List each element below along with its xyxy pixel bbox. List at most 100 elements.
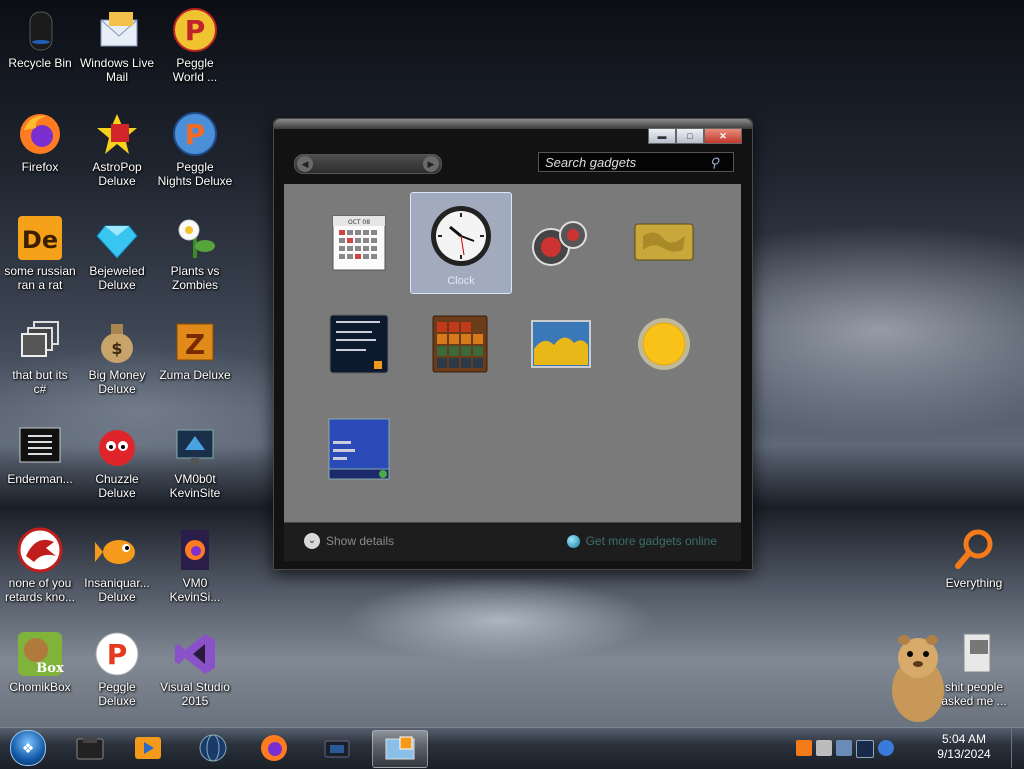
device-tray-icon[interactable] <box>836 740 852 756</box>
weather-gadget[interactable] <box>614 294 714 394</box>
mail-icon <box>93 6 141 54</box>
desktop-icon-vm0b0t[interactable]: VM0b0t KevinSite <box>155 422 235 500</box>
desktop-icon-label: Bejeweled Deluxe <box>89 264 145 292</box>
desktop-icon-big-money[interactable]: $ Big Money Deluxe <box>77 318 157 396</box>
desktop-icon-label: Zuma Deluxe <box>159 368 231 382</box>
desktop-icon-chomikbox[interactable]: Box ChomikBox <box>0 630 80 694</box>
plant-icon <box>171 214 219 262</box>
search-icon[interactable]: ⚲ <box>709 155 719 171</box>
desktop-icon-label: Everything <box>945 576 1003 590</box>
desktop-icon-label: AstroPop Deluxe <box>92 160 142 188</box>
taskbar-vm-console[interactable] <box>311 730 363 766</box>
desktop-icon-astropop[interactable]: AstroPop Deluxe <box>77 110 157 188</box>
desktop-icon-windows-live-mail[interactable]: Windows Live Mail <box>77 6 157 84</box>
slide-show-gadget[interactable] <box>511 294 611 394</box>
feed-headlines-gadget[interactable] <box>309 294 409 394</box>
hamster-desktop-pet[interactable] <box>886 628 950 724</box>
search-gadgets-input[interactable]: Search gadgets ⚲ <box>538 152 734 172</box>
media-center-gadget[interactable] <box>309 399 409 499</box>
de-icon: De <box>16 214 64 262</box>
desktop-icon-label: some russian ran a rat <box>4 264 76 292</box>
desktop-icon-chuzzle[interactable]: Chuzzle Deluxe <box>77 422 157 500</box>
gallery-footer: ⌄ Show details Get more gadgets online <box>284 522 741 561</box>
chuzzle-icon <box>93 422 141 470</box>
desktop-icon-peggle-nights[interactable]: P Peggle Nights Deluxe <box>155 110 235 188</box>
gadget-gallery-icon <box>385 736 415 760</box>
desktop-icon-label: Peggle Nights Deluxe <box>157 160 233 188</box>
desktop-icon-label: VM0 KevinSi... <box>169 576 221 604</box>
taskbar-gadget-gallery[interactable] <box>372 730 428 768</box>
folder-icon <box>950 630 998 678</box>
desktop-icon-insaniquarium[interactable]: Insaniquar... Deluxe <box>77 526 157 604</box>
previous-page-button[interactable]: ◀ <box>297 156 313 172</box>
currency-gadget[interactable] <box>614 192 714 292</box>
desktop-icon-label: Windows Live Mail <box>79 56 155 84</box>
taskbar-network[interactable] <box>187 730 239 766</box>
show-details-toggle[interactable]: ⌄ Show details <box>304 533 394 549</box>
fish-icon <box>93 526 141 574</box>
taskbar-clock[interactable]: 5:04 AM 9/13/2024 <box>920 732 1008 762</box>
svg-text:De: De <box>22 226 58 254</box>
firefox-icon <box>261 735 287 761</box>
desktop-icon-label: Enderman... <box>7 472 73 486</box>
console-icon <box>16 422 64 470</box>
cpu-meter-gadget[interactable] <box>511 192 611 292</box>
calendar-month: OCT 08 <box>348 219 370 226</box>
monitor-tray-icon[interactable] <box>856 740 874 758</box>
desktop-icon-label: VM0b0t KevinSite <box>169 472 221 500</box>
red-dragon-icon <box>16 526 64 574</box>
desktop-icon-label: Chuzzle Deluxe <box>95 472 139 500</box>
desktop-icon-vm0-kevinsite[interactable]: VM0 KevinSi... <box>155 526 235 604</box>
peggle-nights-icon: P <box>171 110 219 158</box>
recycle-bin-icon <box>16 6 64 54</box>
desktop-icon-recycle-bin[interactable]: Recycle Bin <box>0 6 80 70</box>
desktop-icon-zuma[interactable]: Z Zuma Deluxe <box>155 318 235 382</box>
desktop-icon-firefox[interactable]: Firefox <box>0 110 80 174</box>
desktop-icon-peggle-deluxe[interactable]: P Peggle Deluxe <box>77 630 157 708</box>
gadget-gallery-window[interactable]: ▬ □ ✕ ◀ ▶ Search gadgets ⚲ OCT 08 Clock … <box>273 118 753 570</box>
start-button[interactable]: ❖ <box>6 728 50 768</box>
desktop-icon-visual-studio[interactable]: Visual Studio 2015 <box>155 630 235 708</box>
magnifier-icon <box>950 526 998 574</box>
media-player-icon <box>135 737 161 759</box>
gem-icon <box>93 214 141 262</box>
desktop-icon-label: Visual Studio 2015 <box>160 680 230 708</box>
chomikbox-icon: Box <box>16 630 64 678</box>
desktop-icon-label: Big Money Deluxe <box>88 368 146 396</box>
desktop-icon-stack[interactable]: that but its c# <box>0 318 80 396</box>
taskbar-explorer[interactable] <box>64 730 116 766</box>
firefox-icon <box>16 110 64 158</box>
taskbar-media-player[interactable] <box>122 730 174 766</box>
calendar-gadget[interactable]: OCT 08 <box>309 192 409 292</box>
clock-gadget[interactable]: Clock <box>410 192 512 294</box>
settings-tray-icon[interactable] <box>816 740 832 756</box>
desktop-icon-bejeweled[interactable]: Bejeweled Deluxe <box>77 214 157 292</box>
peggle-icon: P <box>171 6 219 54</box>
network-tray-icon[interactable] <box>878 740 894 756</box>
desktop-icon-peggle-world[interactable]: P Peggle World ... <box>155 6 235 84</box>
close-button[interactable]: ✕ <box>704 128 742 144</box>
picture-puzzle-gadget[interactable] <box>410 294 510 394</box>
minimize-button[interactable]: ▬ <box>648 128 676 144</box>
windows-logo-icon: ❖ <box>10 730 46 766</box>
show-desktop-button[interactable] <box>1011 728 1024 768</box>
desktop-icon-de[interactable]: De some russian ran a rat <box>0 214 80 292</box>
system-tray <box>796 740 894 758</box>
taskbar-firefox[interactable] <box>248 730 300 766</box>
chevron-down-icon: ⌄ <box>304 533 320 549</box>
desktop-icon-label: Plants vs Zombies <box>170 264 220 292</box>
next-page-button[interactable]: ▶ <box>423 156 439 172</box>
desktop-icon-label: none of you retards kno... <box>4 576 76 604</box>
maximize-button[interactable]: □ <box>676 128 704 144</box>
desktop-icon-label: that but its c# <box>12 368 68 396</box>
money-bag-icon: $ <box>93 318 141 366</box>
globe-network-icon <box>199 734 227 762</box>
desktop-icon-red-dragon[interactable]: none of you retards kno... <box>0 526 80 604</box>
monitor-icon <box>171 422 219 470</box>
desktop-icon-everything[interactable]: Everything <box>934 526 1014 590</box>
get-more-gadgets-link[interactable]: Get more gadgets online <box>566 534 717 548</box>
desktop-icon-enderman[interactable]: Enderman... <box>0 422 80 486</box>
everything-tray-icon[interactable] <box>796 740 812 756</box>
svg-text:$: $ <box>111 339 122 358</box>
desktop-icon-plants-vs-zombies[interactable]: Plants vs Zombies <box>155 214 235 292</box>
